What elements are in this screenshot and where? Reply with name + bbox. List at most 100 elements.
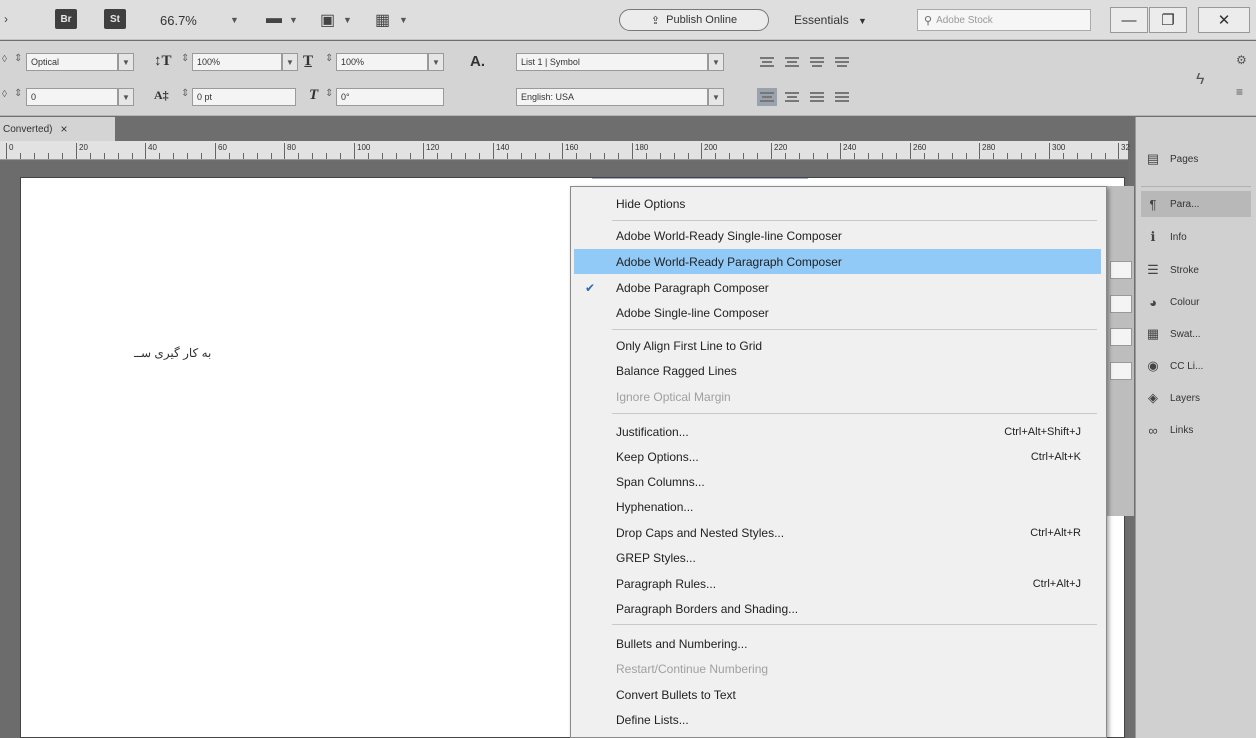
quick-apply-icon[interactable]: ϟ bbox=[1196, 71, 1204, 89]
home-glyph-icon[interactable]: › bbox=[4, 12, 8, 26]
menu-item-label: Span Columns... bbox=[616, 474, 705, 489]
dock-pages[interactable]: ▤ Pages bbox=[1141, 146, 1251, 172]
minimize-button[interactable]: — bbox=[1110, 7, 1148, 33]
paragraph-panel-field[interactable] bbox=[1110, 295, 1132, 313]
skew-field[interactable]: 0° bbox=[336, 88, 444, 106]
kerning-stepper-icon[interactable]: ⇕ bbox=[14, 53, 22, 64]
tracking-stepper-icon[interactable]: ⇕ bbox=[14, 88, 22, 99]
language-field[interactable]: English: USA bbox=[516, 88, 708, 106]
screen-mode-dropdown-icon[interactable]: ▼ bbox=[343, 15, 352, 25]
menu-item-keep-options[interactable]: Keep Options... Ctrl+Alt+K bbox=[571, 444, 1106, 469]
page-text[interactable]: به کار گیری ســ bbox=[134, 346, 211, 360]
view-options-dropdown-icon[interactable]: ▼ bbox=[289, 15, 298, 25]
paragraph-panel-field[interactable] bbox=[1110, 328, 1132, 346]
baseline-shift-stepper-icon[interactable]: ⇕ bbox=[181, 88, 189, 99]
dock-info[interactable]: ℹ Info bbox=[1141, 224, 1251, 250]
ruler-minor-tick bbox=[132, 153, 133, 159]
kerning-field[interactable]: Optical bbox=[26, 53, 118, 71]
adobe-stock-search[interactable]: ⚲ Adobe Stock bbox=[917, 9, 1091, 31]
vertical-scale-stepper-icon[interactable]: ⇕ bbox=[181, 53, 189, 64]
menu-item-balance-ragged[interactable]: Balance Ragged Lines bbox=[571, 358, 1106, 383]
justify-left-button[interactable] bbox=[807, 53, 827, 71]
ruler-minor-tick bbox=[396, 153, 397, 159]
dock-paragraph[interactable]: ¶ Para... bbox=[1141, 191, 1251, 217]
align-towards-spine-button[interactable] bbox=[757, 53, 777, 71]
dock-layers[interactable]: ◈ Layers bbox=[1141, 385, 1251, 411]
arrange-documents-dropdown-icon[interactable]: ▼ bbox=[399, 15, 408, 25]
gear-icon[interactable]: ⚙ bbox=[1236, 53, 1247, 67]
view-options-icon[interactable]: ▬ bbox=[266, 10, 282, 28]
dock-stroke[interactable]: ☰ Stroke bbox=[1141, 257, 1251, 283]
bullets-list-field[interactable]: List 1 | Symbol bbox=[516, 53, 708, 71]
document-tab[interactable]: Converted) × bbox=[0, 117, 115, 141]
menu-item-bullets-numbering[interactable]: Bullets and Numbering... bbox=[571, 631, 1106, 656]
menu-item-hyphenation[interactable]: Hyphenation... bbox=[571, 494, 1106, 519]
tracking-dropdown[interactable]: ▼ bbox=[118, 88, 134, 106]
menu-item-span-columns[interactable]: Span Columns... bbox=[571, 469, 1106, 494]
publish-online-button[interactable]: ⇪ Publish Online bbox=[619, 9, 769, 31]
menu-item-paragraph-rules[interactable]: Paragraph Rules... Ctrl+Alt+J bbox=[571, 571, 1106, 596]
align-away-spine-button[interactable] bbox=[782, 53, 802, 71]
paragraph-panel-field[interactable] bbox=[1110, 261, 1132, 279]
ruler-minor-tick bbox=[1077, 153, 1078, 159]
vertical-scale-field[interactable]: 100% bbox=[192, 53, 282, 71]
vertical-scale-dropdown[interactable]: ▼ bbox=[282, 53, 298, 71]
menu-item-single-line-composer[interactable]: Adobe Single-line Composer bbox=[571, 300, 1106, 325]
paragraph-panel-field[interactable] bbox=[1110, 362, 1132, 380]
skew-stepper-icon[interactable]: ⇕ bbox=[325, 88, 333, 99]
horizontal-scale-field[interactable]: 100% bbox=[336, 53, 428, 71]
menu-item-convert-bullets[interactable]: Convert Bullets to Text bbox=[571, 682, 1106, 707]
kerning-dropdown[interactable]: ▼ bbox=[118, 53, 134, 71]
workspace-switcher[interactable]: Essentials ▼ bbox=[794, 13, 867, 27]
bridge-button[interactable]: Br bbox=[55, 9, 77, 29]
menu-item-world-ready-paragraph[interactable]: Adobe World-Ready Paragraph Composer bbox=[574, 249, 1101, 274]
dock-cc-libraries[interactable]: ◉ CC Li... bbox=[1141, 353, 1251, 379]
close-window-button[interactable]: ✕ bbox=[1198, 7, 1250, 33]
panel-menu-icon[interactable]: ≡ bbox=[1236, 85, 1243, 99]
application-bar: › Br St 66.7% ▼ ▬ ▼ ▣ ▼ ▦ ▼ ⇪ Publish On… bbox=[0, 0, 1256, 40]
screen-mode-icon[interactable]: ▣ bbox=[320, 10, 335, 30]
zoom-dropdown-icon[interactable]: ▼ bbox=[230, 15, 239, 25]
menu-item-justification[interactable]: Justification... Ctrl+Alt+Shift+J bbox=[571, 419, 1106, 444]
restore-button[interactable]: ❐ bbox=[1149, 7, 1187, 33]
zoom-level[interactable]: 66.7% bbox=[160, 13, 197, 28]
ruler-label: 100 bbox=[357, 143, 371, 152]
language-dropdown[interactable]: ▼ bbox=[708, 88, 724, 106]
menu-item-label: Paragraph Borders and Shading... bbox=[616, 601, 799, 616]
ruler-label: 32 bbox=[1121, 143, 1130, 152]
menu-item-drop-caps[interactable]: Drop Caps and Nested Styles... Ctrl+Alt+… bbox=[571, 520, 1106, 545]
dock-colour[interactable]: ◕ Colour bbox=[1141, 289, 1251, 315]
close-tab-icon[interactable]: × bbox=[60, 122, 67, 136]
menu-item-borders-shading[interactable]: Paragraph Borders and Shading... bbox=[571, 596, 1106, 621]
character-style-icon[interactable]: A. bbox=[470, 53, 485, 70]
dock-swatches[interactable]: ▦ Swat... bbox=[1141, 321, 1251, 347]
menu-item-align-first-line[interactable]: Only Align First Line to Grid bbox=[571, 333, 1106, 358]
stock-button[interactable]: St bbox=[104, 9, 126, 29]
align-right-button[interactable] bbox=[807, 88, 827, 106]
restore-icon: ❐ bbox=[1161, 12, 1175, 29]
justify-all-button[interactable] bbox=[832, 88, 852, 106]
tracking-field[interactable]: 0 bbox=[26, 88, 118, 106]
list-style-dropdown[interactable]: ▼ bbox=[708, 53, 724, 71]
menu-item-paragraph-composer[interactable]: ✔ Adobe Paragraph Composer bbox=[571, 275, 1106, 300]
dock-links[interactable]: ∞ Links bbox=[1141, 417, 1251, 443]
ruler-minor-tick bbox=[535, 153, 536, 159]
menu-item-world-ready-single-line[interactable]: Adobe World-Ready Single-line Composer bbox=[571, 223, 1106, 248]
align-left-button[interactable] bbox=[757, 88, 777, 106]
baseline-shift-field[interactable]: 0 pt bbox=[192, 88, 296, 106]
paragraph-icon: ¶ bbox=[1149, 196, 1157, 212]
menu-item-label: Balance Ragged Lines bbox=[616, 363, 737, 378]
menu-item-define-lists[interactable]: Define Lists... bbox=[571, 707, 1106, 732]
arrange-documents-icon[interactable]: ▦ bbox=[375, 10, 390, 30]
justify-right-button[interactable] bbox=[832, 53, 852, 71]
ruler-major-tick bbox=[493, 143, 494, 159]
menu-item-hide-options[interactable]: Hide Options bbox=[571, 191, 1106, 216]
menu-item-grep-styles[interactable]: GREP Styles... bbox=[571, 545, 1106, 570]
dock-label-info: Info bbox=[1170, 231, 1187, 243]
ruler-minor-tick bbox=[90, 153, 91, 159]
horizontal-scale-stepper-icon[interactable]: ⇕ bbox=[325, 53, 333, 64]
align-center-button[interactable] bbox=[782, 88, 802, 106]
horizontal-scale-dropdown[interactable]: ▼ bbox=[428, 53, 444, 71]
horizontal-ruler[interactable]: 0 20 40 60 80 100 120 140 160 180 200 220 240 260 280 3… bbox=[0, 141, 1130, 160]
ruler-minor-tick bbox=[1091, 153, 1092, 159]
